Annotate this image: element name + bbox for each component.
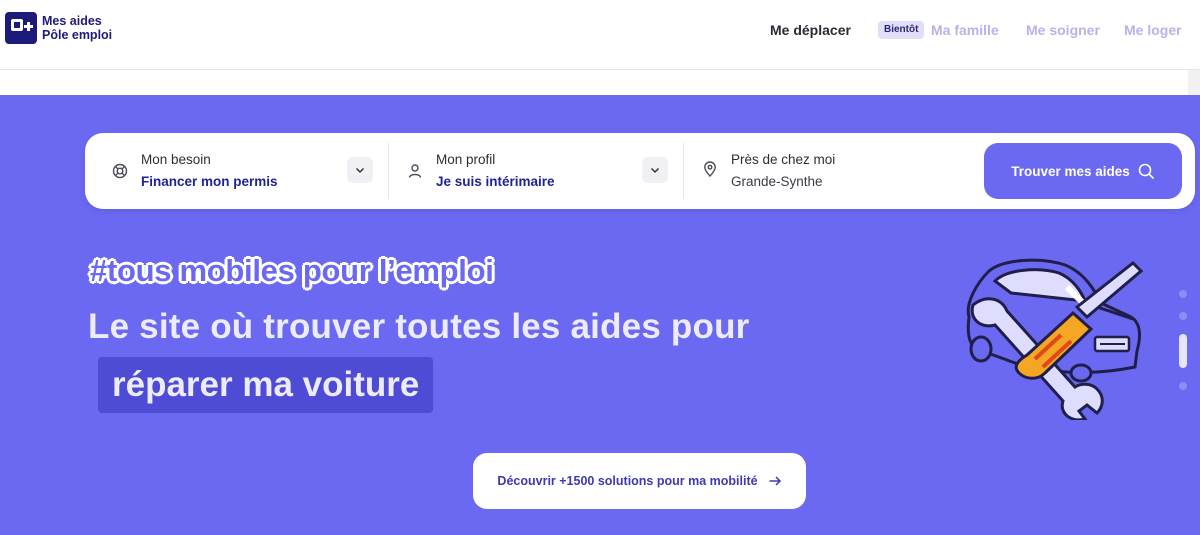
chevron-down-icon	[650, 167, 660, 174]
profile-label: Mon profil	[436, 152, 496, 167]
car-repair-illustration	[966, 258, 1144, 420]
divider	[683, 143, 684, 199]
logo-line-2: Pôle emploi	[42, 28, 113, 42]
site-header: Mes aides Pôle emploi Me déplacer Bientô…	[0, 0, 1200, 70]
logo[interactable]: Mes aides Pôle emploi	[5, 12, 112, 44]
coming-soon-badge: Bientôt	[878, 21, 925, 39]
discover-solutions-button[interactable]: Découvrir +1500 solutions pour ma mobili…	[473, 453, 806, 509]
need-dropdown-button[interactable]	[347, 157, 373, 183]
nav-item-me-deplacer[interactable]: Me déplacer	[770, 22, 851, 38]
hero-highlight: réparer ma voiture	[98, 357, 434, 413]
carousel-indicator	[1177, 290, 1189, 404]
search-icon	[1138, 163, 1154, 179]
need-label: Mon besoin	[141, 152, 211, 167]
need-field[interactable]: Mon besoin Financer mon permis	[85, 133, 385, 209]
need-value: Financer mon permis	[141, 174, 278, 189]
location-label: Près de chez moi	[731, 152, 836, 167]
carousel-dot[interactable]	[1179, 290, 1187, 298]
scrollbar[interactable]	[1188, 70, 1200, 95]
profile-value: Je suis intérimaire	[436, 174, 555, 189]
carousel-dot-active[interactable]	[1179, 334, 1187, 368]
nav-item-ma-famille: Ma famille	[931, 22, 999, 38]
logo-text: Mes aides Pôle emploi	[42, 14, 112, 42]
user-icon	[408, 164, 422, 178]
find-aids-button[interactable]: Trouver mes aides	[984, 143, 1182, 199]
arrow-right-icon	[769, 476, 781, 486]
lifebuoy-icon	[112, 163, 128, 179]
hero-headline: Le site où trouver toutes les aides pour	[88, 307, 750, 346]
hero-section: Mon besoin Financer mon permis Mon profi…	[0, 95, 1200, 535]
search-bar: Mon besoin Financer mon permis Mon profi…	[85, 133, 1195, 209]
location-value: Grande-Synthe	[731, 174, 823, 189]
nav-item-me-loger: Me loger	[1124, 22, 1182, 38]
profile-dropdown-button[interactable]	[642, 157, 668, 183]
logo-icon	[5, 12, 37, 44]
location-pin-icon	[704, 161, 716, 177]
carousel-dot[interactable]	[1179, 312, 1187, 320]
profile-field[interactable]: Mon profil Je suis intérimaire	[390, 133, 680, 209]
location-field[interactable]: Près de chez moi Grande-Synthe	[685, 133, 975, 209]
chevron-down-icon	[355, 167, 365, 174]
carousel-dot[interactable]	[1179, 382, 1187, 390]
hashtag-title: #tous mobiles pour l’emploi	[90, 253, 494, 288]
find-aids-label: Trouver mes aides	[1011, 163, 1130, 179]
logo-line-1: Mes aides	[42, 14, 102, 28]
nav-item-me-soigner: Me soigner	[1026, 22, 1100, 38]
discover-solutions-label: Découvrir +1500 solutions pour ma mobili…	[497, 474, 758, 488]
divider	[388, 143, 389, 199]
